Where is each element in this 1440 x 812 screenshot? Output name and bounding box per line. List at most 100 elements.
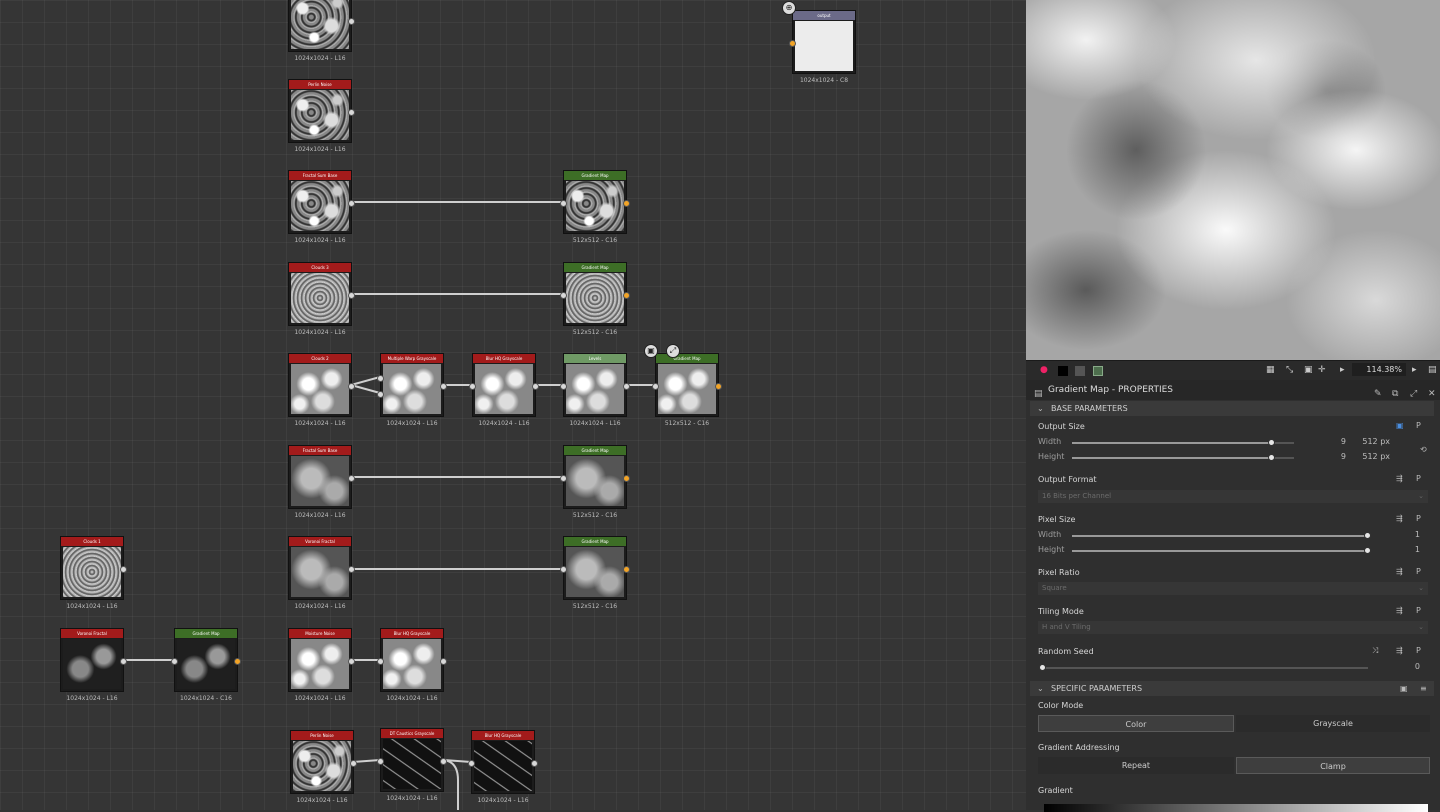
shuffle-icon[interactable]: ⤨ xyxy=(1372,646,1378,656)
menu-icon[interactable]: ≡ xyxy=(1420,681,1427,696)
random-seed-slider[interactable] xyxy=(1039,664,1368,671)
graph-node[interactable]: Voronoi Fractal 1024x1024 - L16 xyxy=(60,628,127,702)
gray-swatch[interactable] xyxy=(1075,366,1085,376)
tiling-mode-dropdown[interactable]: H and V Tiling ⌄ xyxy=(1038,621,1428,634)
graph-node[interactable]: Blur HQ Grayscale 1024x1024 - L16 xyxy=(469,353,539,427)
node-title: Clouds 3 xyxy=(289,263,351,272)
graph-node[interactable]: Voronoi Fractal 1024x1024 - L16 xyxy=(288,536,355,610)
graph-node[interactable]: Blur HQ Grayscale 1024x1024 - L16 xyxy=(377,628,447,702)
node-caption: 1024x1024 - L16 xyxy=(294,55,346,62)
graph-node[interactable]: Gradient Map 512x512 - C16 xyxy=(560,536,630,610)
graph-node[interactable]: Gradient Map 512x512 - C16 xyxy=(560,170,630,244)
zoom-plus-icon[interactable]: ▸ xyxy=(1412,365,1417,375)
node-title: Moisture Noise xyxy=(289,629,351,638)
collapse-chevron-icon[interactable]: ⌄ xyxy=(1037,681,1044,696)
node-title: DT Caustics Grayscale xyxy=(381,729,443,738)
node-caption: 1024x1024 - C16 xyxy=(180,695,232,702)
node-graph-canvas[interactable]: 1024x1024 - L16 Perlin Noise 1024x1024 -… xyxy=(0,0,1026,810)
graph-node[interactable]: Gradient Map 512x512 - C16 xyxy=(652,353,722,427)
expose-link-icon[interactable]: ⇶ xyxy=(1396,606,1403,615)
lock-ratio-icon[interactable]: ⟲ xyxy=(1420,445,1427,454)
fit-icon[interactable]: ▣ xyxy=(1304,365,1313,375)
output-node[interactable]: output 1024x1024 - C8 xyxy=(789,10,856,84)
preset-icon[interactable]: ▣ xyxy=(1400,681,1408,696)
pixel-width-slider[interactable] xyxy=(1072,532,1371,539)
graph-node[interactable]: DT Caustics Grayscale 1024x1024 - L16 xyxy=(377,728,447,802)
color-channels-icon[interactable]: ● xyxy=(1040,365,1048,375)
random-seed-value[interactable]: 0 xyxy=(1390,662,1420,671)
graph-node[interactable]: Gradient Map 512x512 - C16 xyxy=(560,445,630,519)
link-icon[interactable]: ⤢ xyxy=(666,344,680,358)
output-icon: ⊕ xyxy=(782,1,796,15)
color-mode-grayscale-button[interactable]: Grayscale xyxy=(1236,715,1430,732)
node-caption: 512x512 - C16 xyxy=(664,420,710,427)
preview-2d[interactable] xyxy=(1026,0,1440,360)
base-parameters-section[interactable]: ⌄ BASE PARAMETERS xyxy=(1030,401,1434,416)
random-seed-label: Random Seed xyxy=(1038,647,1094,656)
zoom-minus-icon[interactable]: ▸ xyxy=(1340,365,1345,375)
pixel-ratio-dropdown[interactable]: Square ⌄ xyxy=(1038,582,1428,595)
expose-param-icon[interactable]: P xyxy=(1416,421,1421,430)
node-title: Gradient Map xyxy=(564,537,626,546)
pixel-width-value[interactable]: 1 xyxy=(1390,530,1420,539)
expose-param-icon[interactable]: P xyxy=(1416,646,1421,655)
specific-parameters-section[interactable]: ⌄ SPECIFIC PARAMETERS ▣ ≡ xyxy=(1030,681,1434,696)
graph-node[interactable]: Levels 1024x1024 - L16 xyxy=(560,353,630,427)
expose-link-icon[interactable]: ⇶ xyxy=(1396,514,1403,523)
node-title: output xyxy=(793,11,855,20)
node-caption: 1024x1024 - C8 xyxy=(799,77,849,84)
graph-node[interactable]: Clouds 2 1024x1024 - L16 xyxy=(288,353,355,427)
chevron-down-icon: ⌄ xyxy=(1418,584,1424,592)
output-width-label: Width xyxy=(1038,437,1062,446)
checker-swatch[interactable] xyxy=(1093,366,1103,376)
node-title: Fractal Sum Base xyxy=(289,171,351,180)
node-title: Blur HQ Grayscale xyxy=(381,629,443,638)
color-mode-color-button[interactable]: Color xyxy=(1038,715,1234,732)
lock-icon[interactable]: ▤ xyxy=(1428,365,1437,375)
wire xyxy=(350,384,381,394)
graph-node[interactable]: Blur HQ Grayscale 1024x1024 - L16 xyxy=(468,730,538,804)
output-height-slider[interactable] xyxy=(1072,454,1294,461)
zoom-field[interactable]: 114.38% xyxy=(1352,363,1406,376)
expose-param-icon[interactable]: P xyxy=(1416,474,1421,483)
graph-node[interactable]: 1024x1024 - L16 xyxy=(288,0,355,62)
black-swatch[interactable] xyxy=(1058,366,1068,376)
node-title: Voronoi Fractal xyxy=(61,629,123,638)
node-title: Gradient Map xyxy=(564,263,626,272)
pixel-height-slider[interactable] xyxy=(1072,547,1371,554)
tiling-icon[interactable]: ⤡ xyxy=(1286,365,1293,375)
node-caption: 1024x1024 - L16 xyxy=(569,420,621,427)
pixel-height-value[interactable]: 1 xyxy=(1390,545,1420,554)
node-caption: 1024x1024 - L16 xyxy=(66,695,118,702)
expose-link-icon[interactable]: ⇶ xyxy=(1396,646,1403,655)
addressing-clamp-button[interactable]: Clamp xyxy=(1236,757,1430,774)
node-title: Fractal Sum Base xyxy=(289,446,351,455)
grid-icon[interactable]: ▦ xyxy=(1266,365,1275,375)
addressing-repeat-button[interactable]: Repeat xyxy=(1038,757,1234,774)
graph-node[interactable]: Clouds 3 1024x1024 - L16 xyxy=(288,262,355,336)
expose-param-icon[interactable]: P xyxy=(1416,606,1421,615)
output-height-exp[interactable]: 9 xyxy=(1332,452,1346,461)
output-width-slider[interactable] xyxy=(1072,439,1294,446)
link-size-icon[interactable]: ▣ xyxy=(1396,421,1404,430)
expose-link-icon[interactable]: ⇶ xyxy=(1396,474,1403,483)
output-width-exp[interactable]: 9 xyxy=(1332,437,1346,446)
pin-icon[interactable]: ▣ xyxy=(644,344,658,358)
graph-node[interactable]: Clouds 1 1024x1024 - L16 xyxy=(60,536,127,610)
crosshair-icon[interactable]: ✛ xyxy=(1318,365,1326,375)
graph-node[interactable]: Perlin Noise 1024x1024 - L16 xyxy=(288,79,355,153)
gradient-editor[interactable] xyxy=(1044,804,1428,812)
graph-node[interactable]: Gradient Map 512x512 - C16 xyxy=(560,262,630,336)
expose-link-icon[interactable]: ⇶ xyxy=(1396,567,1403,576)
graph-node[interactable]: Gradient Map 1024x1024 - C16 xyxy=(171,628,241,702)
node-title: Voronoi Fractal xyxy=(289,537,351,546)
output-format-dropdown[interactable]: 16 Bits per Channel ⌄ xyxy=(1038,490,1428,503)
graph-node[interactable]: Multiple Warp Grayscale 1024x1024 - L16 xyxy=(377,353,447,427)
graph-node[interactable]: Fractal Sum Base 1024x1024 - L16 xyxy=(288,445,355,519)
expose-param-icon[interactable]: P xyxy=(1416,514,1421,523)
graph-node[interactable]: Moisture Noise 1024x1024 - L16 xyxy=(288,628,355,702)
collapse-chevron-icon[interactable]: ⌄ xyxy=(1037,401,1044,416)
expose-param-icon[interactable]: P xyxy=(1416,567,1421,576)
graph-node[interactable]: Perlin Noise 1024x1024 - L16 xyxy=(290,730,357,804)
graph-node[interactable]: Fractal Sum Base 1024x1024 - L16 xyxy=(288,170,355,244)
